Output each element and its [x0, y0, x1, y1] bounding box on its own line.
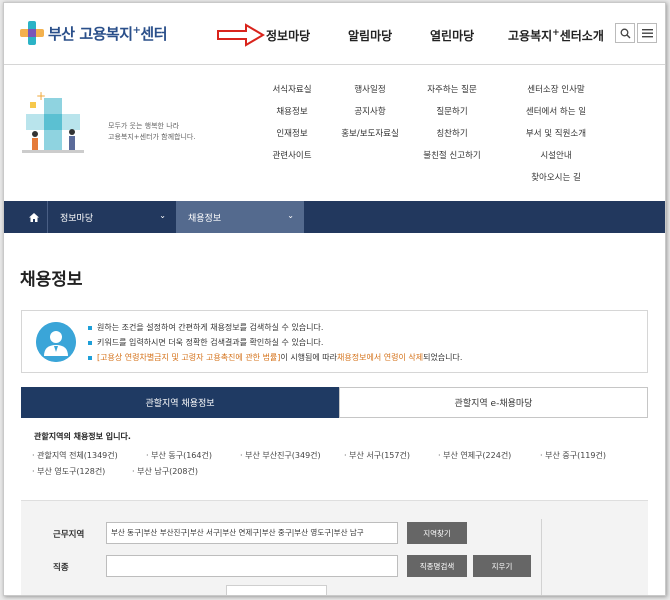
region-tabs: 관할지역 채용정보 관할지역 e-채용마당 — [21, 387, 648, 418]
breadcrumb-level1-select[interactable]: 정보마당 ⌄ — [48, 201, 176, 233]
menu-col-notice: 행사일정 공지사항 홍보/보도자료실 — [332, 83, 408, 149]
menu-item[interactable]: 불친절 신고하기 — [414, 149, 490, 171]
law-name: [고용상 연령차별금지 및 고령자 고용촉진에 관한 법률] — [97, 353, 281, 362]
menu-item[interactable]: 부서 및 직원소개 — [514, 127, 598, 149]
slogan: 모두가 웃는 행복한 나라 고용복지+센터가 함께합니다. — [108, 122, 196, 141]
menu-item[interactable]: 채용정보 — [262, 105, 322, 127]
search-icon — [620, 28, 630, 38]
divider — [541, 519, 542, 595]
menu-col-info: 서식자료실 채용정보 인재정보 관련사이트 — [262, 83, 322, 171]
region-link[interactable]: · 부산 연제구(224건) — [438, 450, 511, 461]
location-label: 근무지역 — [53, 530, 85, 540]
hamburger-menu-icon — [641, 29, 653, 38]
menu-item[interactable]: 질문하기 — [414, 105, 490, 127]
menu-item[interactable]: 시설안내 — [514, 149, 598, 171]
age-removed-note: 채용정보에서 연령이 삭제 — [337, 353, 424, 362]
menu-button[interactable] — [637, 23, 657, 43]
info-lines: 원하는 조건을 설정하여 간편하게 채용정보를 검색하실 수 있습니다. 키워드… — [88, 320, 462, 365]
job-label: 직종 — [53, 563, 69, 573]
info-box: 원하는 조건을 설정하여 간편하게 채용정보를 검색하실 수 있습니다. 키워드… — [21, 310, 648, 373]
menu-item[interactable]: 서식자료실 — [262, 83, 322, 105]
tab-e-jobs[interactable]: 관할지역 e-채용마당 — [339, 387, 648, 418]
menu-item[interactable]: 인재정보 — [262, 127, 322, 149]
tab-region-jobs[interactable]: 관할지역 채용정보 — [21, 387, 339, 418]
menu-item[interactable]: 행사일정 — [332, 83, 408, 105]
mega-menu: + 모두가 웃는 행복한 나라 고용복지+센터가 함께합니다. 서식자료실 채용… — [4, 66, 665, 201]
site-header: 부산 고용복지+센터 정보마당 알림마당 열린마당 고용복지+센터소개 — [4, 3, 665, 65]
breadcrumb-level2-label: 채용정보 — [188, 213, 222, 224]
home-icon — [28, 212, 39, 222]
info-line: 키워드를 입력하시면 더욱 정확한 검색결과를 확인하실 수 있습니다. — [97, 338, 324, 347]
menu-item[interactable]: 찾아오시는 길 — [514, 171, 598, 193]
location-field[interactable]: 부산 동구|부산 부산진구|부산 서구|부산 연제구|부산 중구|부산 영도구|… — [106, 522, 398, 544]
chevron-down-icon: ⌄ — [287, 211, 294, 220]
page-title: 채용정보 — [20, 270, 83, 290]
menu-item[interactable]: 관련사이트 — [262, 149, 322, 171]
partial-field[interactable] — [226, 585, 327, 595]
breadcrumb-level2-select[interactable]: 채용정보 ⌄ — [176, 201, 304, 233]
bullet-icon — [88, 355, 92, 360]
bullet-icon — [88, 340, 92, 345]
chevron-down-icon: ⌄ — [159, 211, 166, 220]
global-nav: 정보마당 알림마당 열린마당 고용복지+센터소개 — [4, 27, 665, 47]
breadcrumb-home[interactable] — [20, 201, 48, 233]
welfare-illustration-icon: + — [22, 89, 84, 153]
breadcrumb: 정보마당 ⌄ 채용정보 ⌄ — [4, 201, 665, 233]
menu-item[interactable]: 센터에서 하는 일 — [514, 105, 598, 127]
menu-item[interactable]: 자주하는 질문 — [414, 83, 490, 105]
person-icon — [36, 322, 76, 362]
clear-button[interactable]: 지우기 — [473, 555, 531, 577]
region-link[interactable]: · 부산 부산진구(349건) — [240, 450, 321, 461]
svg-text:+: + — [36, 89, 46, 103]
job-search-button[interactable]: 직종명검색 — [407, 555, 467, 577]
region-link[interactable]: · 부산 동구(164건) — [146, 450, 212, 461]
info-line: 이 시행됨에 따라 — [280, 353, 338, 362]
region-title: 관할지역의 채용정보 입니다. — [34, 432, 131, 441]
info-line: 원하는 조건을 설정하여 간편하게 채용정보를 검색하실 수 있습니다. — [97, 323, 324, 332]
menu-col-about: 센터소장 인사말 센터에서 하는 일 부서 및 직원소개 시설안내 찾아오시는 … — [514, 83, 598, 193]
gnb-info[interactable]: 정보마당 — [266, 27, 310, 44]
menu-item[interactable]: 홍보/보도자료실 — [332, 127, 408, 149]
region-link[interactable]: · 부산 남구(208건) — [132, 466, 198, 477]
search-button[interactable] — [615, 23, 635, 43]
menu-item[interactable]: 공지사항 — [332, 105, 408, 127]
annotation-arrow-icon — [217, 23, 265, 47]
bullet-icon — [88, 325, 92, 330]
browser-frame: 부산 고용복지+센터 정보마당 알림마당 열린마당 고용복지+센터소개 + 모두… — [3, 2, 666, 596]
info-line: 되었습니다. — [423, 353, 463, 362]
menu-item[interactable]: 센터소장 인사말 — [514, 83, 598, 105]
search-form: 근무지역 부산 동구|부산 부산진구|부산 서구|부산 연제구|부산 중구|부산… — [21, 500, 648, 595]
find-region-button[interactable]: 지역찾기 — [407, 522, 467, 544]
job-field[interactable] — [106, 555, 398, 577]
menu-col-open: 자주하는 질문 질문하기 칭찬하기 불친절 신고하기 — [414, 83, 490, 171]
gnb-open[interactable]: 열린마당 — [430, 27, 474, 44]
gnb-about[interactable]: 고용복지+센터소개 — [508, 27, 604, 44]
breadcrumb-level1-label: 정보마당 — [60, 213, 94, 224]
region-link[interactable]: · 부산 영도구(128건) — [32, 466, 105, 477]
region-link[interactable]: · 관할지역 전체(1349건) — [32, 450, 118, 461]
gnb-notice[interactable]: 알림마당 — [348, 27, 392, 44]
menu-item[interactable]: 칭찬하기 — [414, 127, 490, 149]
region-link[interactable]: · 부산 서구(157건) — [344, 450, 410, 461]
region-link[interactable]: · 부산 중구(119건) — [540, 450, 606, 461]
